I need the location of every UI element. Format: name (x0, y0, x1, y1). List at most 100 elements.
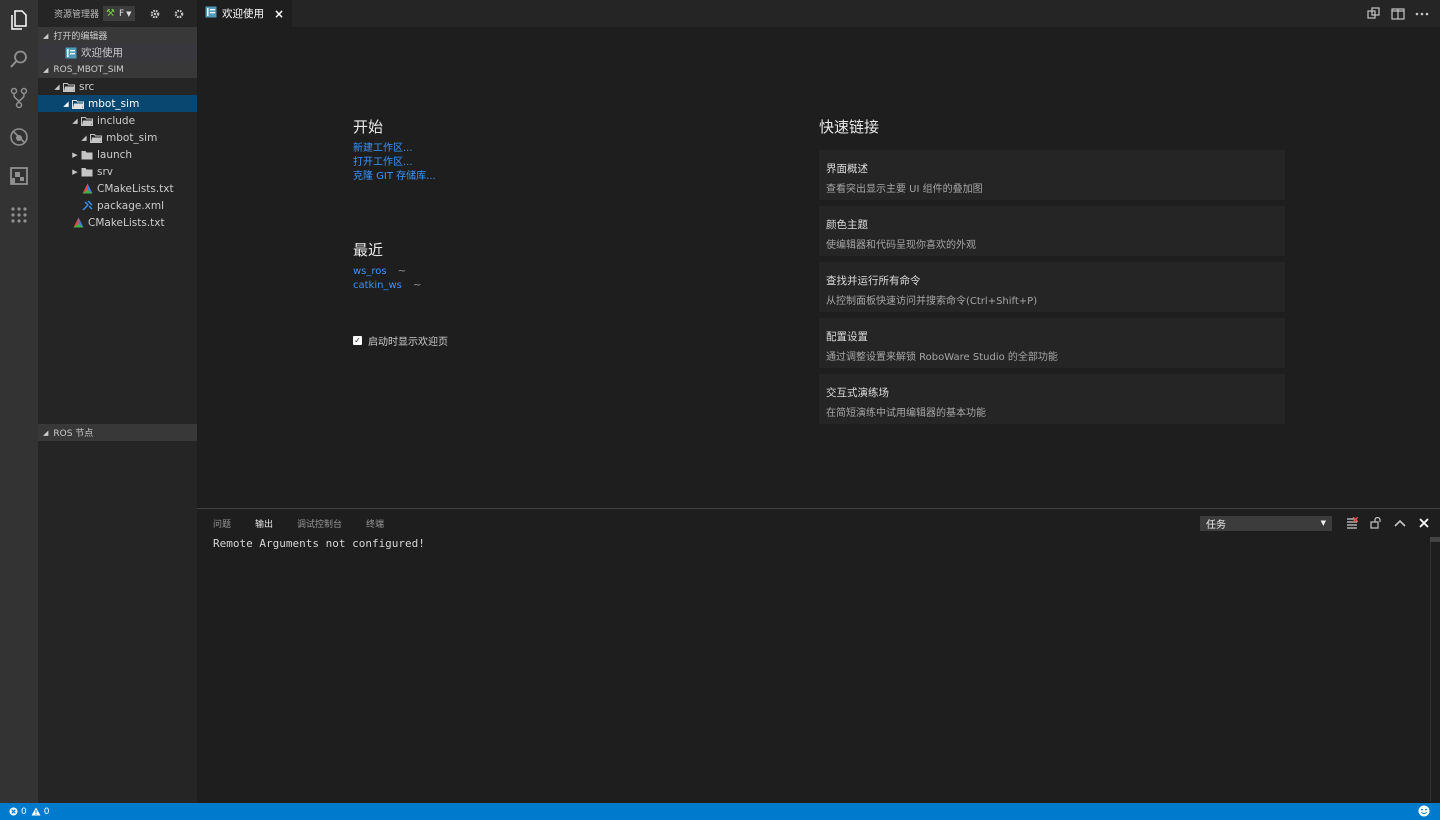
scrollbar-thumb[interactable] (1430, 537, 1440, 542)
explorer-sidebar: 资源管理器 ⚒ F ▼ ◢ 打开的编辑器 欢迎使用 ◢ ROS_MBOT_SIM… (38, 0, 197, 803)
output-scrollbar[interactable] (1430, 537, 1440, 801)
show-on-startup-row: ✓ 启动时显示欢迎页 (353, 333, 448, 348)
maximize-panel-icon[interactable] (1388, 514, 1412, 532)
open-editor-label: 欢迎使用 (81, 47, 123, 59)
open-editors-section[interactable]: ◢ 打开的编辑器 (38, 27, 197, 44)
collapse-triangle-icon: ◢ (43, 65, 49, 74)
bottom-panel: 问题 输出 调试控制台 终端 任务 ▼ Remote Arguments not… (197, 508, 1440, 803)
expanded-triangle-icon: ◢ (72, 116, 78, 125)
folder-open-icon (80, 116, 94, 126)
cmake-icon (80, 183, 94, 194)
tree-item-label: CMakeLists.txt (88, 216, 165, 229)
quick-link-card[interactable]: 界面概述 查看突出显示主要 UI 组件的叠加图 (819, 150, 1285, 200)
workspace-section[interactable]: ◢ ROS_MBOT_SIM (38, 61, 197, 78)
settings-gear-icon[interactable] (167, 4, 191, 24)
error-count: 0 (21, 806, 27, 817)
expanded-triangle-icon: ◢ (81, 133, 87, 142)
workspace-title: ROS_MBOT_SIM (53, 64, 124, 75)
collapsed-triangle-icon: ▶ (72, 150, 78, 159)
tree-item-label: CMakeLists.txt (97, 182, 174, 195)
chevron-down-icon: ▼ (126, 9, 132, 18)
quick-link-title: 颜色主题 (826, 219, 868, 231)
output-content: Remote Arguments not configured! (213, 537, 425, 550)
tree-item-cmakelists-pkg[interactable]: CMakeLists.txt (38, 180, 197, 197)
quick-link-card[interactable]: 交互式演练场 在简短演练中试用编辑器的基本功能 (819, 374, 1285, 424)
open-workspace-link[interactable]: 打开工作区... (353, 156, 448, 170)
tab-problems[interactable]: 问题 (213, 517, 231, 530)
clone-git-link[interactable]: 克隆 GIT 存储库... (353, 170, 448, 184)
tree-item-include-mbot-sim[interactable]: ◢ mbot_sim (38, 129, 197, 146)
ros-build-selector[interactable]: ⚒ F ▼ (103, 6, 135, 21)
source-control-icon[interactable] (0, 78, 38, 117)
quick-link-card[interactable]: 配置设置 通过调整设置来解锁 RoboWare Studio 的全部功能 (819, 318, 1285, 368)
open-changes-icon[interactable] (1362, 5, 1386, 23)
gear-icon[interactable] (143, 4, 167, 24)
open-editors-title: 打开的编辑器 (53, 32, 108, 42)
search-icon[interactable] (0, 39, 38, 78)
expanded-triangle-icon: ◢ (54, 82, 60, 91)
tree-item-label: include (97, 114, 136, 127)
folder-open-icon (89, 133, 103, 143)
editor-actions (1362, 5, 1434, 23)
welcome-file-icon (64, 47, 78, 59)
open-editor-item-welcome[interactable]: 欢迎使用 (38, 44, 197, 61)
tree-item-cmakelists-root[interactable]: CMakeLists.txt (38, 214, 197, 231)
show-on-startup-checkbox[interactable]: ✓ (353, 336, 362, 345)
warning-icon (31, 807, 41, 816)
tree-item-src[interactable]: ◢ src (38, 78, 197, 95)
tree-item-srv[interactable]: ▶ srv (38, 163, 197, 180)
cmake-icon (71, 217, 85, 228)
quick-link-desc: 使编辑器和代码呈现你喜欢的外观 (826, 240, 976, 251)
error-icon (9, 807, 18, 816)
folder-open-icon (71, 99, 85, 109)
close-panel-icon[interactable] (1412, 514, 1436, 532)
tab-bar: 欢迎使用 × (197, 0, 1440, 27)
recent-link-ws-ros[interactable]: ws_ros (353, 266, 387, 277)
tree-item-package-xml[interactable]: package.xml (38, 197, 197, 214)
sidebar-header: 资源管理器 ⚒ F ▼ (38, 0, 197, 27)
output-channel-select[interactable]: 任务 ▼ (1200, 515, 1332, 531)
quick-link-card[interactable]: 查找并运行所有命令 从控制面板快速访问并搜索命令(Ctrl+Shift+P) (819, 262, 1285, 312)
more-actions-icon[interactable] (1410, 5, 1434, 23)
welcome-left-column: 开始 新建工作区... 打开工作区... 克隆 GIT 存储库... 最近 ws… (353, 116, 448, 348)
ros-nodes-section[interactable]: ◢ ROS 节点 (38, 424, 197, 441)
quick-link-card[interactable]: 颜色主题 使编辑器和代码呈现你喜欢的外观 (819, 206, 1285, 256)
editor-area: 欢迎使用 × 开始 新建工作区... 打开工作区... 克隆 GIT 存储库..… (197, 0, 1440, 508)
tab-welcome[interactable]: 欢迎使用 × (197, 0, 292, 27)
recent-link-catkin-ws[interactable]: catkin_ws (353, 280, 402, 291)
sidebar-title: 资源管理器 (54, 10, 100, 20)
lock-scroll-icon[interactable] (1364, 514, 1388, 532)
tab-output[interactable]: 输出 (255, 517, 273, 530)
tab-terminal[interactable]: 终端 (366, 517, 384, 530)
chevron-down-icon: ▼ (1320, 519, 1326, 527)
clear-output-icon[interactable] (1340, 514, 1364, 532)
ros-icon[interactable] (0, 195, 38, 234)
tab-label: 欢迎使用 (222, 8, 264, 20)
ros-selector-value: F (118, 8, 125, 19)
quick-link-desc: 在简短演练中试用编辑器的基本功能 (826, 408, 986, 419)
tree-item-mbot-sim[interactable]: ◢ mbot_sim (38, 95, 197, 112)
panel-actions: 任务 ▼ (1200, 514, 1436, 532)
ros-nodes-title: ROS 节点 (53, 429, 94, 439)
tree-item-label: mbot_sim (106, 131, 158, 144)
folder-icon (80, 167, 94, 177)
tree-item-include[interactable]: ◢ include (38, 112, 197, 129)
problems-status[interactable]: 0 0 (9, 807, 49, 817)
welcome-file-icon (205, 6, 217, 21)
collapse-triangle-icon: ◢ (43, 428, 49, 437)
debug-icon[interactable] (0, 117, 38, 156)
start-heading: 开始 (353, 118, 384, 136)
recent-path: ~ (397, 266, 407, 277)
explorer-files-icon[interactable] (0, 0, 38, 39)
close-icon[interactable]: × (274, 7, 284, 21)
folder-open-icon (62, 82, 76, 92)
tree-item-launch[interactable]: ▶ launch (38, 146, 197, 163)
new-workspace-link[interactable]: 新建工作区... (353, 142, 448, 156)
hammer-icon: ⚒ (106, 8, 115, 19)
expanded-triangle-icon: ◢ (63, 99, 69, 108)
extensions-icon[interactable] (0, 156, 38, 195)
tab-debug-console[interactable]: 调试控制台 (297, 517, 342, 530)
collapsed-triangle-icon: ▶ (72, 167, 78, 176)
split-editor-icon[interactable] (1386, 5, 1410, 23)
feedback-smiley-icon[interactable] (1418, 805, 1430, 820)
